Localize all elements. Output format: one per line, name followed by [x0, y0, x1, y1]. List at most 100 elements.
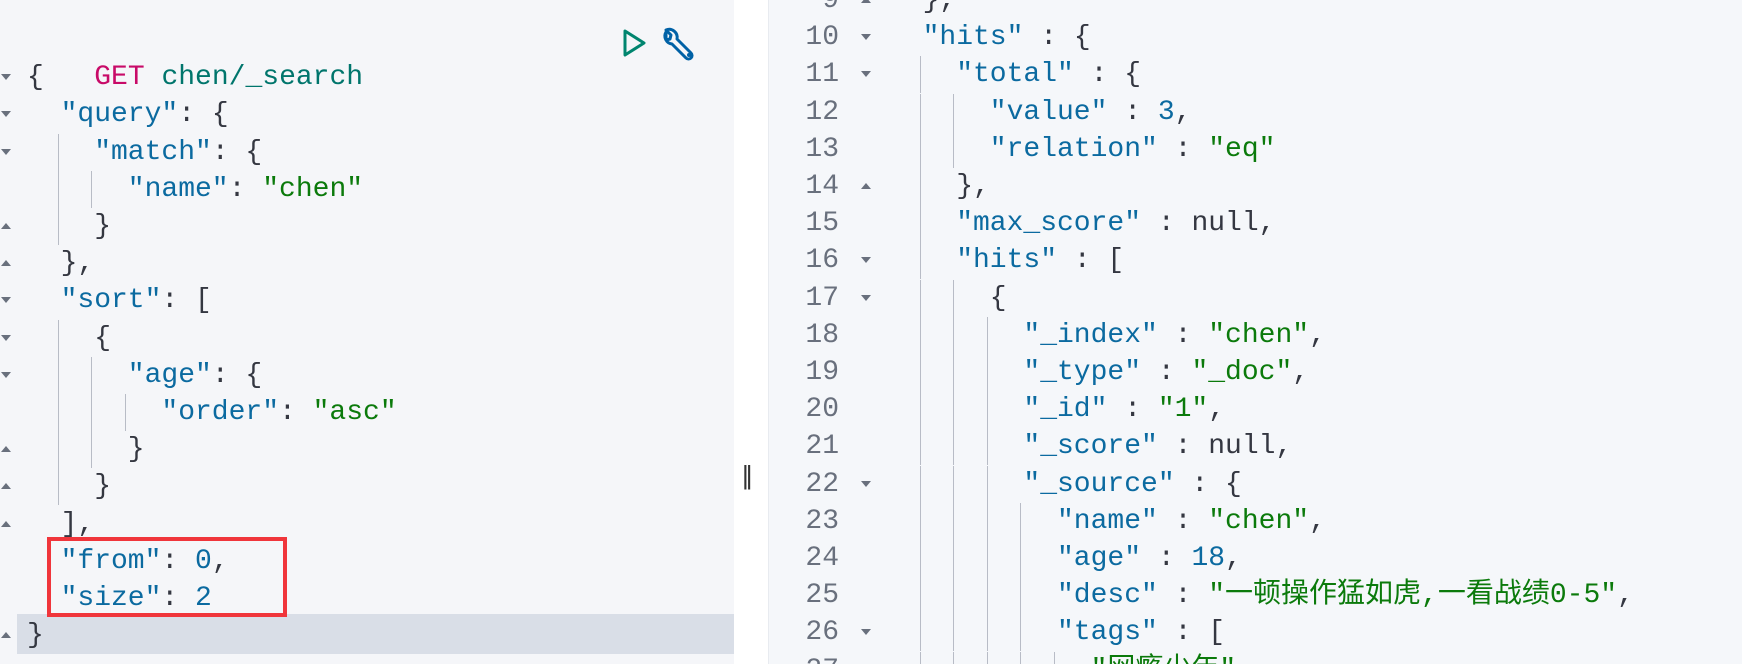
- fold-down-icon[interactable]: [861, 629, 871, 636]
- line-number: 26: [805, 617, 839, 649]
- token-str: "eq": [1208, 133, 1276, 165]
- code-line[interactable]: "网瘾少年",: [1091, 652, 1253, 664]
- fold-down-icon[interactable]: [861, 480, 871, 487]
- fold-down-icon[interactable]: [1, 111, 11, 118]
- indent-guide: [57, 356, 59, 394]
- fold-down-icon[interactable]: [1, 371, 11, 378]
- fold-down-icon[interactable]: [1, 334, 11, 341]
- token-num: 0: [195, 545, 212, 577]
- indent-guide: [953, 391, 955, 429]
- token-str: "chen": [1208, 319, 1310, 351]
- token-punc: :: [161, 545, 196, 577]
- indent-guide: [919, 316, 921, 354]
- fold-up-icon[interactable]: [861, 0, 871, 3]
- code-line[interactable]: "_score" : null,: [1023, 428, 1292, 465]
- code-line[interactable]: "desc" : "一顿操作猛如虎,一看战绩0-5",: [1057, 577, 1634, 614]
- fold-up-icon[interactable]: [1, 446, 11, 453]
- token-str: "chen": [262, 173, 364, 205]
- indent-guide: [1020, 577, 1022, 615]
- fold-up-icon[interactable]: [1, 223, 11, 229]
- fold-up-icon[interactable]: [861, 183, 871, 189]
- fold-up-icon[interactable]: [1, 260, 11, 267]
- code-line[interactable]: "_id" : "1",: [1023, 391, 1225, 428]
- code-line[interactable]: "age" : 18,: [1057, 540, 1242, 577]
- indent-guide: [953, 502, 955, 540]
- code-line[interactable]: "relation" : "eq": [990, 131, 1276, 168]
- token-punc: }: [94, 211, 111, 242]
- token-num: 2: [195, 583, 212, 614]
- code-line[interactable]: "total" : {: [956, 56, 1141, 93]
- code-line[interactable]: ],: [61, 506, 95, 543]
- code-line[interactable]: "_type" : "_doc",: [1023, 354, 1309, 391]
- token-punc: ,: [1174, 96, 1192, 128]
- fold-down-icon[interactable]: [861, 71, 871, 78]
- code-line[interactable]: "value" : 3,: [990, 94, 1192, 131]
- code-line[interactable]: }: [128, 431, 145, 468]
- indent-guide: [57, 394, 59, 431]
- code-line[interactable]: "_source" : {: [1023, 466, 1241, 503]
- fold-up-icon[interactable]: [1, 632, 11, 639]
- fold-down-icon[interactable]: [861, 294, 871, 301]
- code-line[interactable]: "from": 0,: [61, 543, 229, 580]
- code-line[interactable]: "sort": [: [61, 282, 212, 319]
- indent-guide: [919, 428, 921, 466]
- code-line[interactable]: "max_score" : null,: [956, 205, 1275, 242]
- code-line[interactable]: "name" : "chen",: [1057, 503, 1326, 540]
- code-line[interactable]: "match": {: [94, 134, 262, 171]
- indent-guide: [919, 502, 921, 540]
- indent-guide: [953, 316, 955, 354]
- active-line-highlight: [17, 614, 734, 654]
- fold-down-icon[interactable]: [861, 34, 871, 41]
- resize-handle-icon[interactable]: ||: [742, 460, 752, 491]
- code-line[interactable]: },: [956, 168, 990, 205]
- token-punc: :: [1107, 394, 1158, 426]
- code-line[interactable]: {: [27, 59, 44, 96]
- token-key: "tags": [1057, 617, 1158, 649]
- code-line[interactable]: "tags" : [: [1057, 614, 1225, 651]
- play-icon[interactable]: [622, 28, 648, 67]
- code-line[interactable]: "query": {: [61, 96, 229, 133]
- token-punc: :: [161, 583, 196, 614]
- fold-down-icon[interactable]: [1, 148, 11, 155]
- code-line[interactable]: "hits" : {: [923, 19, 1091, 56]
- code-line[interactable]: },: [61, 245, 95, 282]
- indent-guide: [953, 651, 955, 664]
- line-number: 24: [805, 543, 839, 574]
- token-key: "desc": [1057, 580, 1158, 612]
- code-line[interactable]: }: [94, 208, 111, 245]
- token-punc: {: [94, 322, 111, 354]
- token-key: "_id": [1023, 394, 1108, 426]
- indent-guide: [57, 133, 59, 171]
- token-punc: : {: [178, 99, 229, 131]
- token-punc: {: [989, 282, 1007, 314]
- wrench-icon[interactable]: [660, 26, 700, 73]
- code-line[interactable]: "name": "chen": [128, 171, 363, 208]
- code-line[interactable]: "order": "asc": [161, 394, 396, 431]
- code-line[interactable]: "size": 2: [61, 580, 212, 617]
- indent-guide: [953, 614, 955, 652]
- code-line[interactable]: "hits" : [: [956, 242, 1124, 279]
- token-str: "chen": [1208, 505, 1310, 537]
- token-key: "_index": [1023, 319, 1158, 351]
- code-line[interactable]: }: [27, 617, 44, 654]
- token-key: "hits": [922, 22, 1024, 54]
- fold-down-icon[interactable]: [861, 257, 871, 264]
- token-punc: :: [1141, 208, 1192, 240]
- indent-guide: [986, 391, 988, 429]
- http-method: GET: [94, 62, 145, 93]
- code-line[interactable]: },: [923, 0, 957, 19]
- request-line[interactable]: GET chen/_search: [27, 22, 363, 93]
- fold-down-icon[interactable]: [1, 297, 11, 304]
- line-number: 16: [805, 245, 839, 277]
- fold-down-icon[interactable]: [1, 74, 11, 81]
- code-line[interactable]: "_index" : "chen",: [1023, 317, 1325, 354]
- code-line[interactable]: {: [94, 320, 111, 357]
- code-line[interactable]: "age": {: [128, 357, 262, 394]
- indent-guide: [986, 540, 988, 577]
- code-line[interactable]: {: [990, 280, 1007, 317]
- token-str: "1": [1157, 394, 1209, 426]
- code-line[interactable]: }: [94, 468, 111, 505]
- fold-up-icon[interactable]: [1, 520, 11, 527]
- indent-guide: [919, 354, 921, 391]
- fold-up-icon[interactable]: [1, 483, 11, 490]
